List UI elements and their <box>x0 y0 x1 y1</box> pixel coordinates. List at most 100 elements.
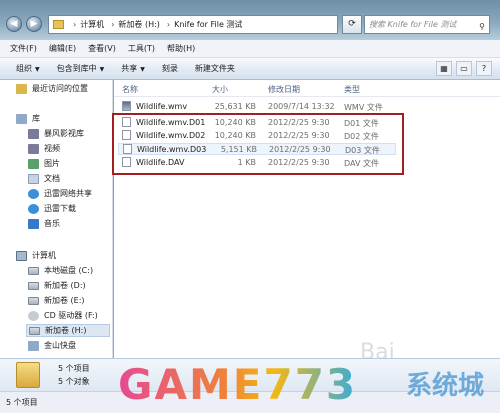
menu-bar: 文件(F) 编辑(E) 查看(V) 工具(T) 帮助(H) <box>0 40 500 58</box>
explorer-window: ◀ ▶ › 计算机 › 新加卷 (H:) › Knife for File 测试… <box>0 0 500 413</box>
share-button[interactable]: 共享 ▼ <box>121 63 145 74</box>
video-icon <box>28 143 39 154</box>
nav-xunlei-download-label: 迅雷下载 <box>44 204 76 213</box>
cloud-drive-icon <box>28 340 39 351</box>
nav-xunlei-share[interactable]: 迅雷网络共享 <box>28 187 92 200</box>
picture-icon <box>28 158 39 169</box>
music-icon <box>28 218 39 229</box>
chevron-icon: › <box>166 20 171 29</box>
details-item-count: 5 个项目 <box>58 364 90 373</box>
nav-recent-label: 最近访问的位置 <box>32 84 88 93</box>
chevron-down-icon: ▼ <box>140 66 145 73</box>
cd-drive-icon <box>28 310 39 321</box>
folder-icon <box>53 20 64 29</box>
nav-videos-label: 视频 <box>44 144 60 153</box>
file-name: Wildlife.wmv <box>136 102 188 111</box>
view-controls: ▦ ▭ ? <box>432 61 492 76</box>
nav-computer-label: 计算机 <box>32 251 56 260</box>
nav-drive-d-label: 新加卷 (D:) <box>44 281 86 290</box>
file-date: 2009/7/14 13:32 <box>268 102 335 111</box>
watermark-xitongcheng: 系统城 <box>406 371 485 401</box>
nav-drive-h-label: 新加卷 (H:) <box>45 326 87 335</box>
burn-button[interactable]: 刻录 <box>162 63 178 74</box>
nav-jinshan[interactable]: 金山快盘 <box>28 339 76 352</box>
chevron-icon: › <box>73 20 77 29</box>
nav-music-label: 音乐 <box>44 219 60 228</box>
breadcrumb-drive-h[interactable]: 新加卷 (H:) <box>118 19 160 30</box>
back-button[interactable]: ◀ <box>6 16 22 32</box>
menu-help[interactable]: 帮助(H) <box>167 43 195 54</box>
nav-jinshan-label: 金山快盘 <box>44 341 76 350</box>
navigation-pane: 最近访问的位置 库 暴风影视库 视频 图片 文档 迅雷网络共享 迅雷下载 音乐 … <box>0 80 113 358</box>
refresh-button[interactable]: ⟳ <box>342 15 362 34</box>
menu-tools[interactable]: 工具(T) <box>128 43 155 54</box>
drive-icon <box>29 326 40 335</box>
library-icon <box>16 113 27 124</box>
organize-label: 组织 <box>16 64 32 73</box>
nav-storm-label: 暴风影视库 <box>44 129 84 138</box>
nav-documents[interactable]: 文档 <box>28 172 60 185</box>
command-bar: 组织 ▼ 包含到库中 ▼ 共享 ▼ 刻录 新建文件夹 ▦ ▭ ? <box>0 58 500 80</box>
drive-icon <box>28 266 39 275</box>
column-size[interactable]: 大小 <box>212 84 228 95</box>
chevron-down-icon: ▼ <box>35 66 40 73</box>
drive-icon <box>28 281 39 290</box>
breadcrumb-folder[interactable]: Knife for File 测试 <box>174 19 242 30</box>
preview-pane-icon[interactable]: ▭ <box>456 61 472 76</box>
nav-pictures[interactable]: 图片 <box>28 157 60 170</box>
menu-file[interactable]: 文件(F) <box>10 43 37 54</box>
search-input[interactable]: 搜索 Knife for File 测试 ⚲ <box>364 15 490 34</box>
computer-icon <box>16 250 27 261</box>
nav-drive-e-label: 新加卷 (E:) <box>44 296 85 305</box>
column-name[interactable]: 名称 <box>122 84 138 95</box>
nav-drive-f[interactable]: CD 驱动器 (F:) <box>28 309 98 322</box>
forward-button[interactable]: ▶ <box>26 16 42 32</box>
chevron-icon: › <box>111 20 115 29</box>
nav-documents-label: 文档 <box>44 174 60 183</box>
nav-drive-h[interactable]: 新加卷 (H:) <box>26 324 110 337</box>
nav-computer[interactable]: 计算机 <box>16 249 56 262</box>
nav-music[interactable]: 音乐 <box>28 217 60 230</box>
menu-edit[interactable]: 编辑(E) <box>49 43 76 54</box>
menu-view[interactable]: 查看(V) <box>88 43 116 54</box>
nav-drive-f-label: CD 驱动器 (F:) <box>44 311 98 320</box>
nav-drive-c[interactable]: 本地磁盘 (C:) <box>28 264 93 277</box>
nav-videos[interactable]: 视频 <box>28 142 60 155</box>
folder-icon <box>16 362 40 388</box>
file-size: 25,631 KB <box>214 102 256 111</box>
breadcrumb-computer[interactable]: 计算机 <box>80 19 104 30</box>
drive-icon <box>28 296 39 305</box>
file-type: WMV 文件 <box>344 103 383 112</box>
title-bar: ◀ ▶ › 计算机 › 新加卷 (H:) › Knife for File 测试… <box>0 0 500 40</box>
xunlei-icon <box>28 203 39 214</box>
help-icon[interactable]: ? <box>476 61 492 76</box>
nav-drive-e[interactable]: 新加卷 (E:) <box>28 294 85 307</box>
video-file-icon <box>122 101 131 111</box>
storm-video-icon <box>28 128 39 139</box>
watermark-game773: GAME773 <box>118 360 358 409</box>
column-type[interactable]: 类型 <box>344 84 360 95</box>
new-folder-button[interactable]: 新建文件夹 <box>195 63 235 74</box>
column-header: 名称 大小 修改日期 类型 <box>114 80 500 97</box>
organize-button[interactable]: 组织 ▼ <box>16 63 40 74</box>
search-placeholder: 搜索 Knife for File 测试 <box>369 20 457 29</box>
search-icon[interactable]: ⚲ <box>479 18 485 33</box>
nav-recent[interactable]: 最近访问的位置 <box>16 82 88 95</box>
address-bar[interactable]: › 计算机 › 新加卷 (H:) › Knife for File 测试 <box>48 15 338 34</box>
include-library-label: 包含到库中 <box>56 64 97 73</box>
nav-storm[interactable]: 暴风影视库 <box>28 127 84 140</box>
document-icon <box>28 173 39 184</box>
view-options-icon[interactable]: ▦ <box>436 61 452 76</box>
watermark-baidu: Bai <box>360 340 395 365</box>
recent-places-icon <box>16 83 27 94</box>
share-label: 共享 <box>121 64 138 73</box>
include-library-button[interactable]: 包含到库中 ▼ <box>57 63 105 74</box>
chevron-down-icon: ▼ <box>99 66 105 73</box>
nav-drive-c-label: 本地磁盘 (C:) <box>44 266 94 275</box>
nav-library[interactable]: 库 <box>16 112 40 125</box>
nav-xunlei-download[interactable]: 迅雷下载 <box>28 202 76 215</box>
file-row[interactable]: Wildlife.wmv 25,631 KB 2009/7/14 13:32 W… <box>118 101 396 113</box>
nav-library-label: 库 <box>32 114 40 123</box>
column-modified[interactable]: 修改日期 <box>268 84 300 95</box>
nav-drive-d[interactable]: 新加卷 (D:) <box>28 279 86 292</box>
